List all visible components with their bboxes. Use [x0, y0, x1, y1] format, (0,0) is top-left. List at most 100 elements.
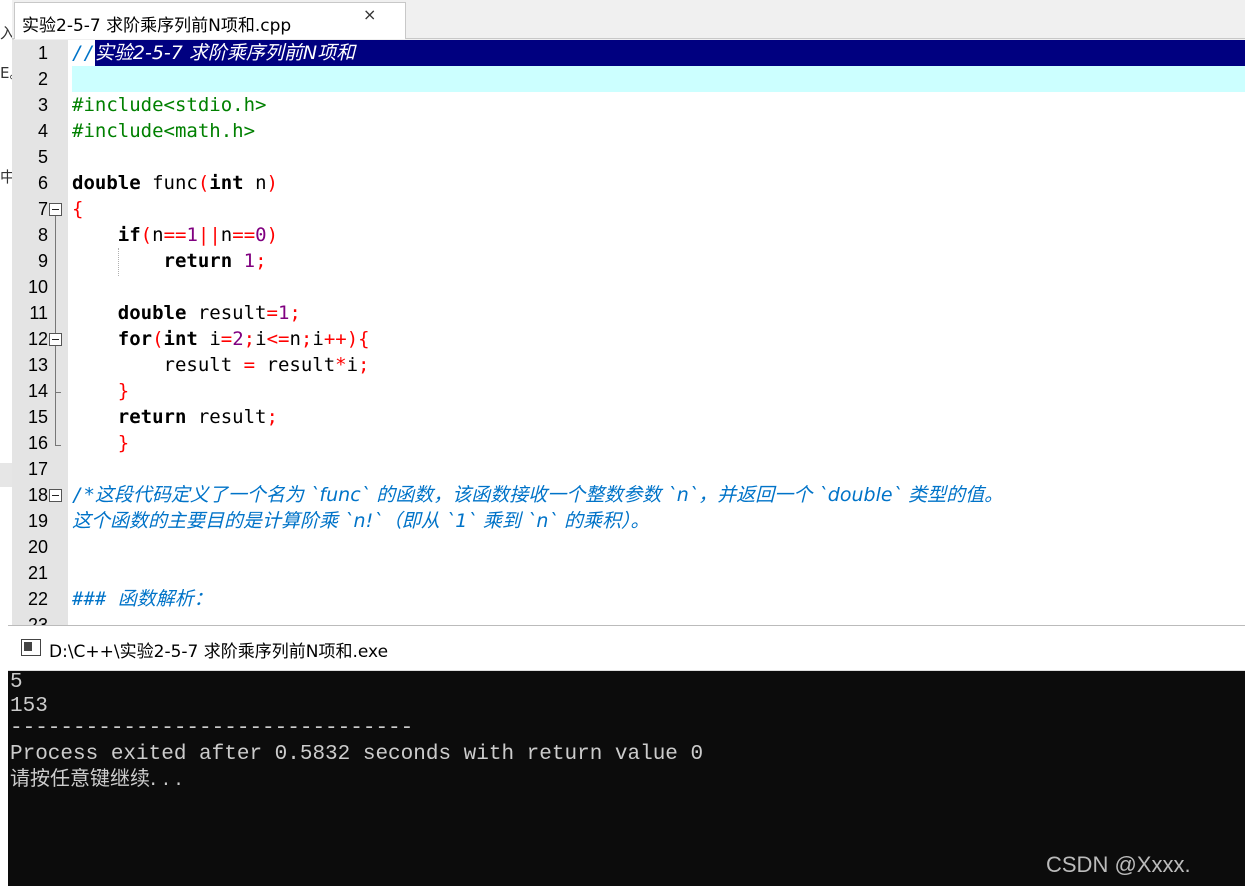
code-token: ){: [346, 328, 370, 350]
code-token: ;: [243, 328, 256, 350]
console-line: Process exited after 0.5832 seconds with…: [10, 743, 704, 766]
line-number: 11: [29, 303, 48, 323]
line-number: 17: [27, 459, 48, 479]
code-token: ==: [232, 224, 256, 246]
code-token: ;: [289, 302, 301, 324]
code-token: *: [335, 354, 347, 376]
code-token: double: [72, 172, 141, 194]
code-token: result: [163, 354, 233, 376]
line-number: 22: [27, 589, 48, 609]
code-token: ;: [255, 250, 267, 272]
code-token: 1: [243, 250, 256, 272]
code-token: for: [117, 328, 153, 350]
code-token: 函数解析：: [117, 588, 213, 610]
console-separator: --------------------------------: [10, 717, 414, 740]
console-line: 请按任意键继续. . .: [10, 766, 182, 790]
code-token: double: [117, 302, 187, 324]
code-token: int: [209, 172, 244, 194]
line-number: 4: [37, 121, 48, 141]
file-tab[interactable]: 实验2-5-7 求阶乘序列前N项和.cpp ×: [14, 2, 406, 39]
code-token: int: [163, 328, 198, 350]
code-line: 这个函数的主要目的是计算阶乘 `n!`（即从 `1` 乘到 `n` 的乘积）。: [72, 508, 1245, 534]
code-editor[interactable]: 1 2 3 4 5 6 7 8 9 10 11 12 13 14 15 16 17 18 19 20 21 22 23 //…: [12, 40, 1245, 625]
line-number: 1: [37, 43, 48, 63]
code-token: ==: [163, 224, 187, 246]
code-token: (: [140, 224, 153, 246]
code-token: n: [289, 328, 301, 350]
line-number: 21: [27, 563, 48, 583]
code-line: [72, 66, 1245, 92]
code-token: ;: [300, 328, 313, 350]
fold-toggle-icon[interactable]: [49, 203, 62, 216]
code-token: func: [140, 172, 198, 194]
console-window: D:\C++\实验2-5-7 求阶乘序列前N项和.exe 5 153 -----…: [8, 625, 1245, 886]
line-number: 13: [27, 355, 48, 375]
code-token: (: [197, 172, 210, 194]
code-token: 这段代码定义了一个名为 `func` 的函数，该函数接收一个整数参数 `n`，并…: [94, 484, 1004, 506]
close-tab-icon[interactable]: ×: [363, 5, 376, 24]
code-token: n: [243, 172, 267, 194]
code-token: (: [152, 328, 164, 350]
code-line: if(n==1||n==0): [72, 222, 1245, 248]
background-divider: [0, 463, 12, 487]
code-token: return: [163, 250, 233, 272]
code-token: }: [117, 432, 130, 454]
fold-end-marker: [55, 445, 61, 446]
code-line: ### 函数解析：: [72, 586, 1245, 612]
line-number: 2: [37, 69, 48, 89]
fold-end-marker: [55, 392, 61, 393]
line-number-gutter: 1 2 3 4 5 6 7 8 9 10 11 12 13 14 15 16 17 18 19 20 21 22 23: [12, 40, 68, 625]
line-number: 3: [37, 95, 48, 115]
code-token: <=: [266, 328, 290, 350]
code-token: {: [72, 198, 84, 220]
code-token: 1: [277, 302, 290, 324]
code-token: i: [197, 328, 221, 350]
code-token: 实验2-5-7 求阶乘序列前N项和: [94, 42, 356, 64]
console-line: 153: [10, 695, 48, 718]
line-number: 8: [37, 225, 48, 245]
code-token: 0: [255, 224, 267, 246]
code-token: ): [266, 172, 278, 194]
code-line: /*这段代码定义了一个名为 `func` 的函数，该函数接收一个整数参数 `n`…: [72, 482, 1245, 508]
code-token: ;: [358, 354, 370, 376]
fold-toggle-icon[interactable]: [49, 489, 62, 502]
watermark: CSDN @Xxxx.: [1046, 852, 1191, 877]
line-number: 14: [27, 381, 48, 401]
code-token: i: [255, 328, 267, 350]
line-number: 18: [27, 485, 48, 505]
code-token: =: [243, 354, 256, 376]
code-token: i: [312, 328, 324, 350]
console-title: D:\C++\实验2-5-7 求阶乘序列前N项和.exe: [49, 642, 389, 662]
code-area[interactable]: //实验2-5-7 求阶乘序列前N项和 #include<stdio.h> #inc…: [72, 40, 1245, 625]
code-line: for(int i=2;i<=n;i++){: [72, 326, 1245, 352]
code-line: {: [72, 196, 1245, 222]
code-line: //实验2-5-7 求阶乘序列前N项和: [72, 40, 1245, 66]
line-number: 7: [37, 199, 48, 219]
code-token: }: [117, 380, 130, 402]
code-token: 这个函数的主要目的是计算阶乘 `n!`（即从 `1` 乘到 `n` 的乘积）。: [72, 510, 650, 532]
line-number: 9: [37, 251, 48, 271]
code-line: }: [72, 378, 1245, 404]
code-token: ): [266, 224, 279, 246]
file-tab-label: 实验2-5-7 求阶乘序列前N项和.cpp: [22, 16, 292, 36]
code-token: return: [117, 406, 187, 428]
fold-guide: [55, 216, 56, 446]
line-number: 23: [27, 615, 48, 625]
console-title-bar[interactable]: D:\C++\实验2-5-7 求阶乘序列前N项和.exe: [8, 625, 1245, 671]
line-number: 15: [27, 407, 48, 427]
fold-toggle-icon[interactable]: [49, 333, 62, 346]
code-token: 1: [186, 224, 198, 246]
